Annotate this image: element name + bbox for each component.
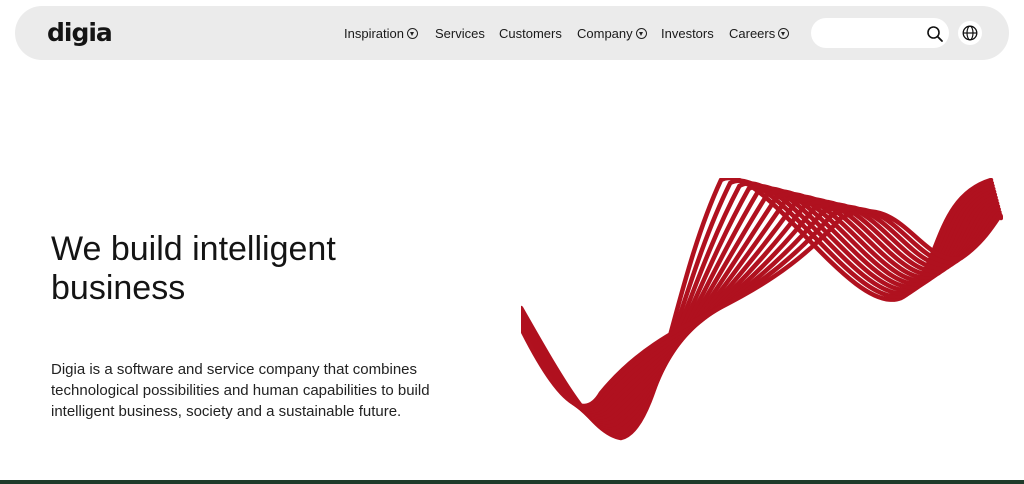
wave-strand — [521, 199, 1001, 415]
nav-services-label: Services — [435, 26, 485, 41]
nav-investors[interactable]: Investors — [661, 26, 714, 41]
wave-strand — [521, 178, 995, 437]
language-button[interactable] — [958, 21, 982, 45]
chevron-down-icon — [635, 28, 647, 39]
nav-customers-label: Customers — [499, 26, 562, 41]
wave-strand — [521, 196, 1000, 418]
wave-strand — [521, 209, 1003, 409]
wave-strand — [521, 194, 999, 420]
digia-logo[interactable]: digia — [47, 18, 113, 47]
footer-strip — [0, 480, 1024, 484]
nav-company-label: Company — [577, 26, 633, 41]
hero-description: Digia is a software and service company … — [51, 361, 430, 420]
nav-careers-label: Careers — [729, 26, 776, 41]
search-input[interactable] — [821, 24, 925, 44]
wave-strand — [521, 181, 995, 434]
wave-strand — [521, 192, 998, 422]
nav-careers[interactable]: Careers — [729, 26, 790, 41]
red-wave-illustration — [521, 178, 1003, 441]
search-icon[interactable] — [926, 25, 944, 43]
chevron-down-icon — [406, 28, 418, 39]
chevron-down-icon — [778, 28, 790, 39]
nav-company[interactable]: Company — [577, 26, 647, 41]
nav-investors-label: Investors — [661, 26, 714, 41]
nav-inspiration-label: Inspiration — [344, 26, 404, 41]
globe-icon — [962, 25, 978, 41]
nav-services[interactable]: Services — [435, 26, 485, 41]
nav-inspiration[interactable]: Inspiration — [344, 26, 418, 41]
wave-strand — [521, 183, 996, 430]
hero-title: We build intelligent business — [51, 230, 336, 307]
nav-customers[interactable]: Customers — [499, 26, 562, 41]
